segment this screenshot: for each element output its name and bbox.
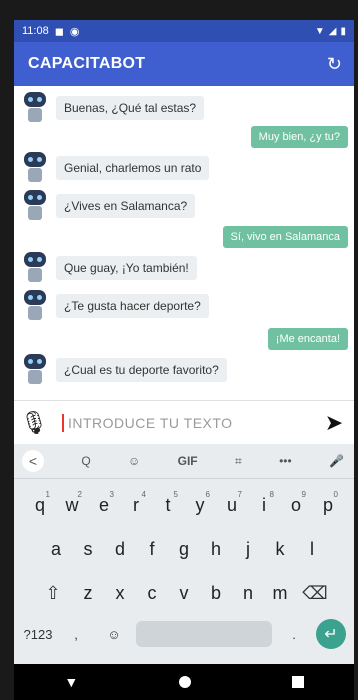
chat-list[interactable]: Buenas, ¿Qué tal estas? Muy bien, ¿y tu?… xyxy=(14,86,354,400)
user-bubble: Sí, vivo en Salamanca xyxy=(222,226,348,248)
message-input[interactable] xyxy=(62,414,314,432)
key-x[interactable]: x xyxy=(106,575,134,611)
key-d[interactable]: d xyxy=(106,531,134,567)
send-icon[interactable]: ➤ xyxy=(314,410,354,436)
emoji-icon[interactable]: ☺ xyxy=(98,627,130,642)
symbols-key[interactable]: ?123 xyxy=(22,627,54,642)
comma-key[interactable]: , xyxy=(60,627,92,642)
bot-bubble: ¿Cual es tu deporte favorito? xyxy=(56,358,227,382)
key-h[interactable]: h xyxy=(202,531,230,567)
backspace-icon[interactable]: ⌫ xyxy=(298,575,332,611)
sticker-icon[interactable]: ☺ xyxy=(128,454,140,468)
key-s[interactable]: s xyxy=(74,531,102,567)
message-input-bar: 🎙 ➤ xyxy=(14,400,354,445)
bot-bubble: ¿Te gusta hacer deporte? xyxy=(56,294,209,318)
key-p[interactable]: 0p xyxy=(314,487,342,523)
signal-icon: ◢ xyxy=(328,25,337,37)
key-e[interactable]: 3e xyxy=(90,487,118,523)
key-f[interactable]: f xyxy=(138,531,166,567)
key-w[interactable]: 2w xyxy=(58,487,86,523)
bot-message: Que guay, ¡Yo también! xyxy=(22,252,197,284)
refresh-icon[interactable]: ↻ xyxy=(327,54,342,75)
robot-avatar-icon xyxy=(22,152,48,184)
key-o[interactable]: 9o xyxy=(282,487,310,523)
keyboard-row-2: a s d f g h j k l xyxy=(14,531,354,567)
key-z[interactable]: z xyxy=(74,575,102,611)
chevron-left-icon[interactable]: < xyxy=(22,450,44,472)
key-g[interactable]: g xyxy=(170,531,198,567)
bot-message: ¿Cual es tu deporte favorito? xyxy=(22,354,227,386)
shift-icon[interactable]: ⇧ xyxy=(36,575,70,611)
clock: 11:08 xyxy=(22,25,49,37)
robot-avatar-icon xyxy=(22,190,48,222)
robot-avatar-icon xyxy=(22,290,48,322)
back-icon[interactable]: ▼ xyxy=(64,674,78,690)
key-y[interactable]: 6y xyxy=(186,487,214,523)
key-r[interactable]: 4r xyxy=(122,487,150,523)
phone-screen: 11:08 ◼ ◉ ▼ ◢ ▮ CAPACITABOT ↻ Buenas, ¿Q… xyxy=(14,20,354,700)
period-key[interactable]: . xyxy=(278,627,310,642)
bot-bubble: Que guay, ¡Yo también! xyxy=(56,256,197,280)
user-bubble: Muy bien, ¿y tu? xyxy=(250,126,348,148)
key-i[interactable]: 8i xyxy=(250,487,278,523)
key-t[interactable]: 5t xyxy=(154,487,182,523)
app-title: CAPACITABOT xyxy=(28,55,146,72)
keyboard-row-3: ⇧ z x c v b n m ⌫ xyxy=(14,575,354,611)
robot-avatar-icon xyxy=(22,252,48,284)
bot-message: ¿Vives en Salamanca? xyxy=(22,190,196,222)
wifi-icon: ▼ xyxy=(314,25,325,37)
key-v[interactable]: v xyxy=(170,575,198,611)
status-bar: 11:08 ◼ ◉ ▼ ◢ ▮ xyxy=(14,20,354,42)
navigation-bar: ▼ xyxy=(14,664,354,700)
home-icon[interactable] xyxy=(178,676,191,688)
more-icon[interactable]: ••• xyxy=(279,454,292,468)
key-a[interactable]: a xyxy=(42,531,70,567)
keyboard-bottom-row: ?123 , ☺ . ↵ xyxy=(14,619,354,649)
key-b[interactable]: b xyxy=(202,575,230,611)
key-j[interactable]: j xyxy=(234,531,262,567)
key-n[interactable]: n xyxy=(234,575,262,611)
mic-icon[interactable]: 🎤 xyxy=(329,454,344,468)
enter-icon[interactable]: ↵ xyxy=(316,619,346,649)
robot-avatar-icon xyxy=(22,354,48,386)
key-c[interactable]: c xyxy=(138,575,166,611)
mic-icon[interactable]: 🎙 xyxy=(14,410,54,436)
bot-message: ¿Te gusta hacer deporte? xyxy=(22,290,209,322)
key-m[interactable]: m xyxy=(266,575,294,611)
search-icon[interactable]: Q xyxy=(81,454,90,468)
battery-icon: ▮ xyxy=(340,25,346,37)
sync-icon: ◉ xyxy=(69,25,80,38)
bot-bubble: Buenas, ¿Qué tal estas? xyxy=(56,96,205,120)
space-bar[interactable] xyxy=(136,621,272,647)
keyboard: < Q ☺ GIF ⌗ ••• 🎤 1q 2w 3e 4r 5t 6y 7u 8… xyxy=(14,444,354,664)
key-k[interactable]: k xyxy=(266,531,294,567)
keyboard-row-1: 1q 2w 3e 4r 5t 6y 7u 8i 9o 0p xyxy=(14,487,354,523)
key-q[interactable]: 1q xyxy=(26,487,54,523)
key-l[interactable]: l xyxy=(298,531,326,567)
gif-button[interactable]: GIF xyxy=(178,454,198,468)
bot-bubble: Genial, charlemos un rato xyxy=(56,156,210,180)
bot-bubble: ¿Vives en Salamanca? xyxy=(56,194,196,218)
keyboard-toolbar: < Q ☺ GIF ⌗ ••• 🎤 xyxy=(14,444,354,479)
recent-apps-icon[interactable] xyxy=(291,676,304,688)
lock-icon: ◼ xyxy=(54,25,64,38)
translate-icon[interactable]: ⌗ xyxy=(235,454,242,469)
bot-message: Buenas, ¿Qué tal estas? xyxy=(22,92,205,124)
robot-avatar-icon xyxy=(22,92,48,124)
key-u[interactable]: 7u xyxy=(218,487,246,523)
app-bar: CAPACITABOT ↻ xyxy=(14,42,354,86)
user-bubble: ¡Me encanta! xyxy=(267,328,348,350)
bot-message: Genial, charlemos un rato xyxy=(22,152,210,184)
